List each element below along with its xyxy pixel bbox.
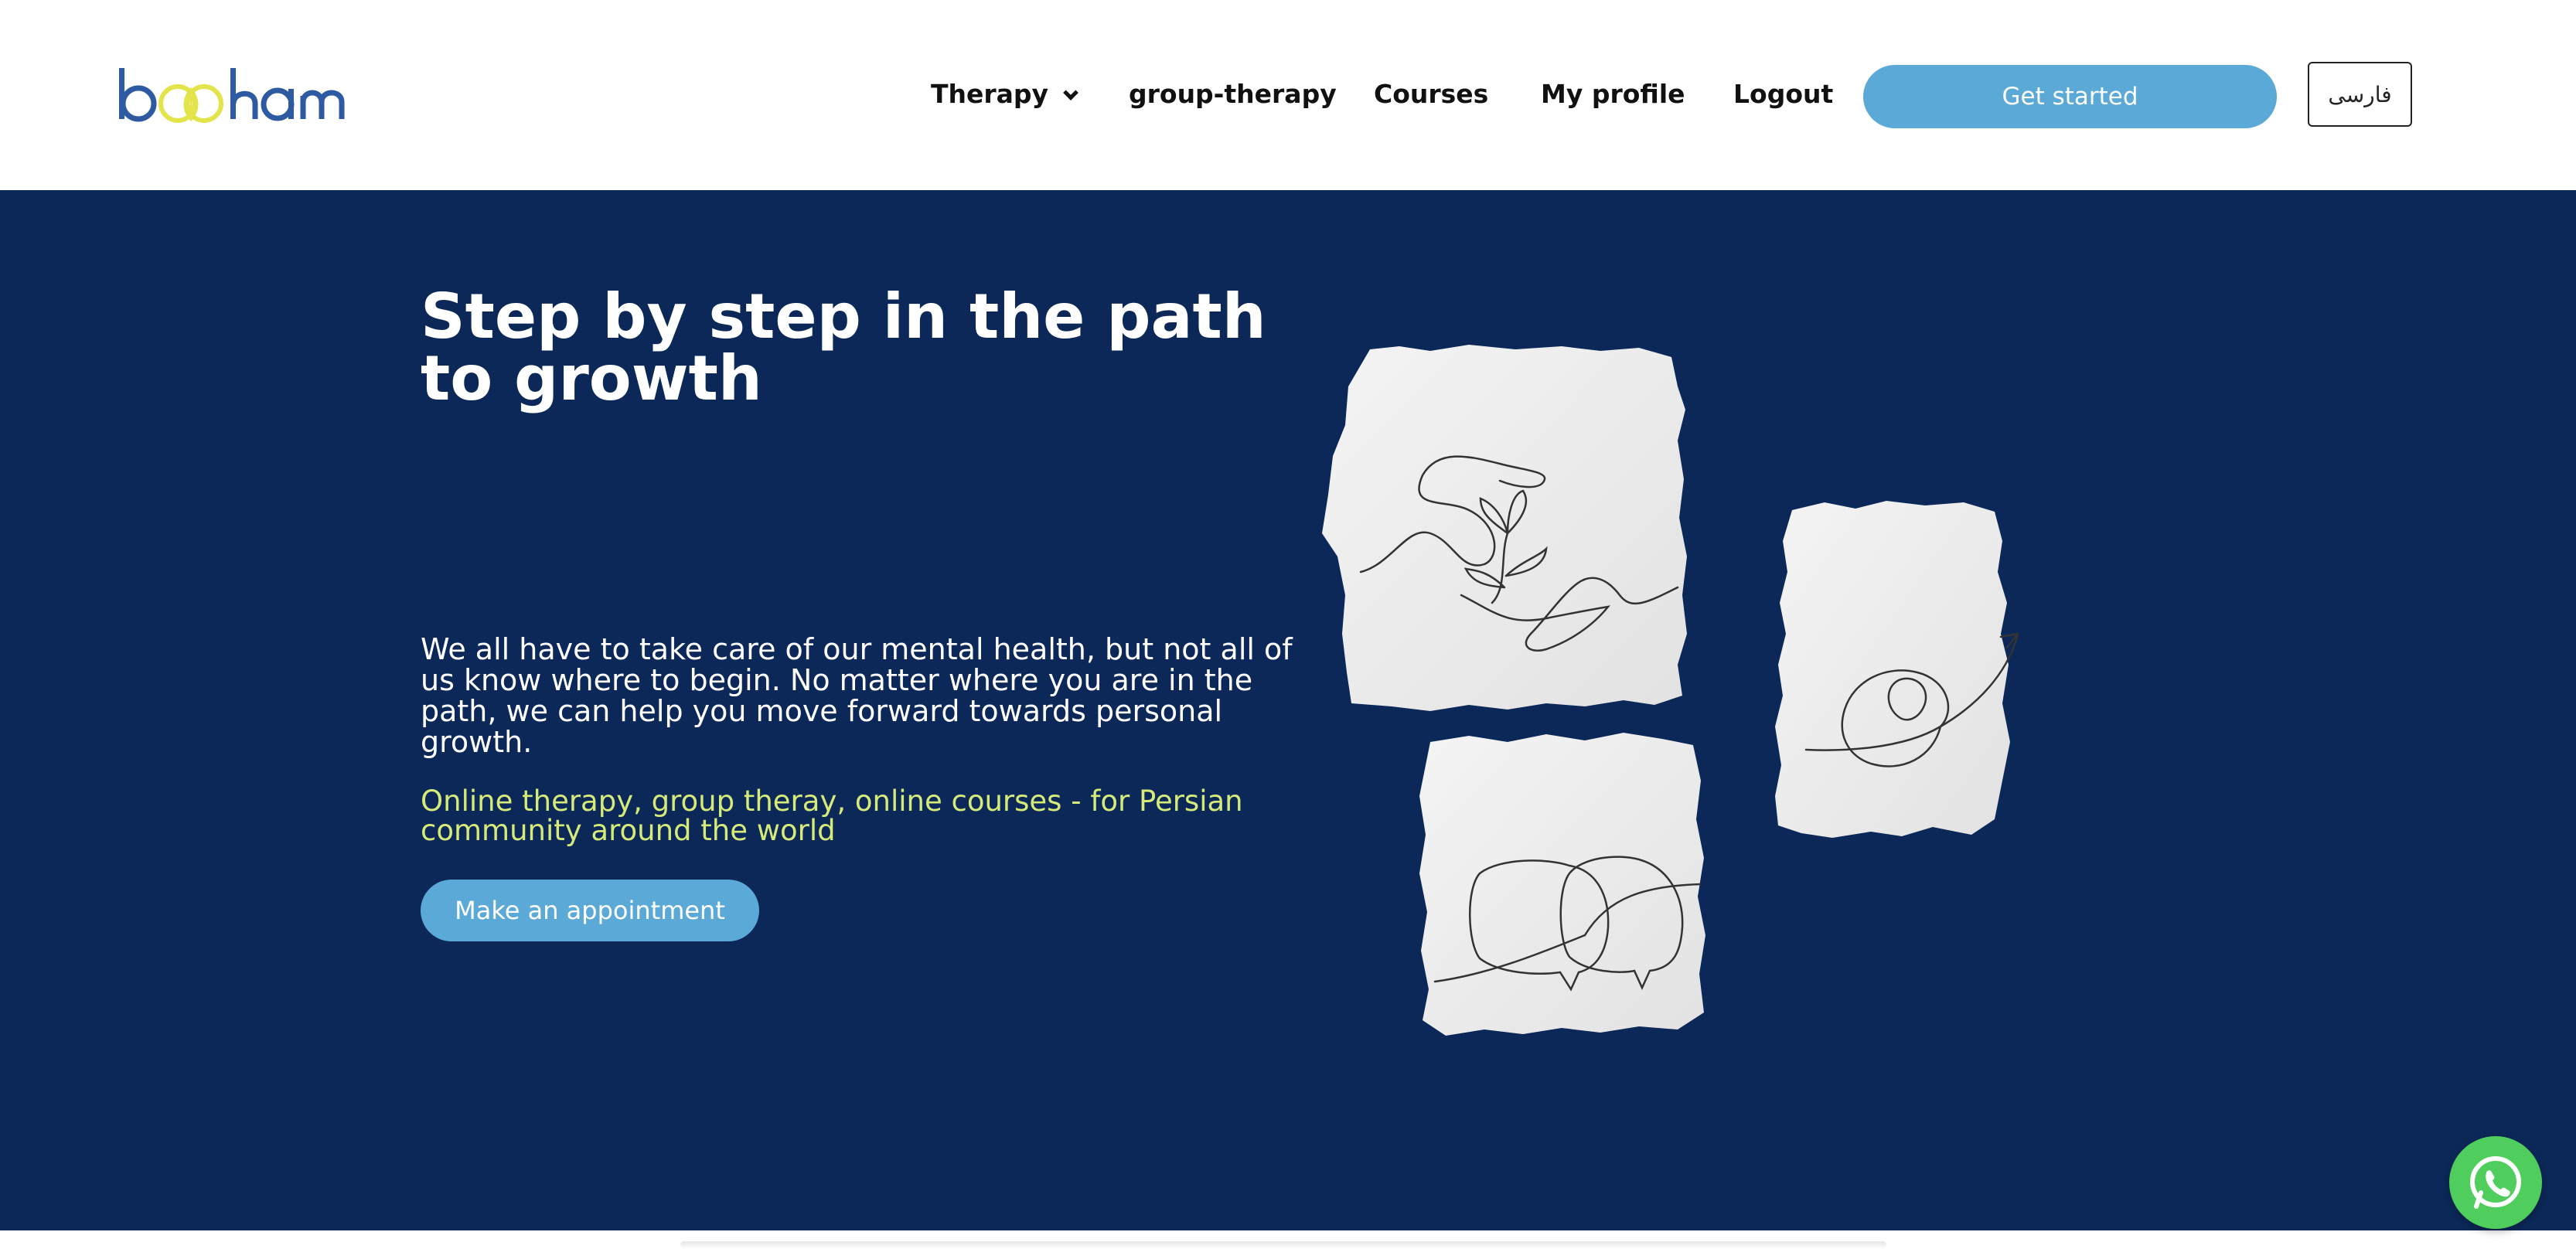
nav-therapy[interactable]: Therapy [931, 76, 1078, 113]
hero-description: We all have to take care of our mental h… [421, 632, 1293, 759]
card-shadow [680, 1241, 1886, 1249]
nav-group-therapy[interactable]: group-therapy [1129, 76, 1337, 113]
hero-tagline: Online therapy, group theray, online cou… [421, 784, 1243, 847]
nav-logout[interactable]: Logout [1733, 76, 1833, 113]
spiral-arrow-paper [1775, 501, 2019, 838]
whatsapp-icon [2470, 1156, 2521, 1209]
site-header: Therapy group-therapy Courses My profile… [0, 0, 2576, 190]
hand-plant-paper [1322, 345, 1687, 711]
speech-bubbles-paper [1419, 733, 1705, 1036]
hero-title: Step by step in the path to growth [421, 281, 1266, 414]
language-switch-button[interactable]: فارسی [2308, 62, 2412, 127]
hero-illustration [1314, 340, 2118, 1082]
make-appointment-button[interactable]: Make an appointment [421, 880, 759, 941]
nav-courses[interactable]: Courses [1374, 76, 1488, 113]
nav-my-profile[interactable]: My profile [1541, 76, 1685, 113]
whatsapp-button[interactable] [2449, 1136, 2542, 1229]
nav-therapy-label: Therapy [931, 79, 1049, 109]
get-started-button[interactable]: Get started [1863, 65, 2277, 128]
chevron-down-icon [1063, 85, 1078, 100]
